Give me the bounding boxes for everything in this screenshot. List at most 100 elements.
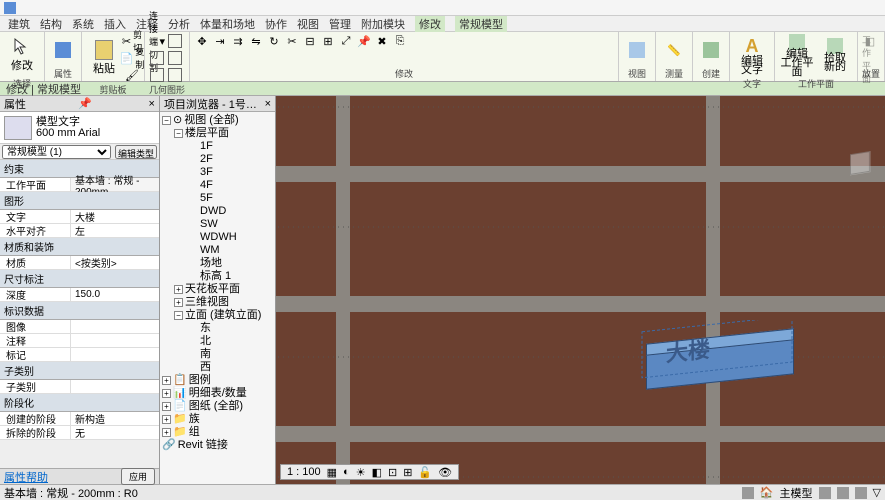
delete-icon[interactable]: ✖ (374, 33, 390, 49)
sb-icon-3[interactable] (837, 487, 849, 499)
join-cut-button[interactable]: 连接端切割 ▾ (149, 33, 165, 49)
geom-btn6[interactable] (167, 67, 183, 83)
tree-floor-item[interactable]: 标高 1 (186, 270, 273, 283)
scale-icon[interactable]: ⤢ (338, 33, 354, 49)
tree-3d[interactable]: +三维视图 (174, 296, 273, 309)
tree-schedules[interactable]: +📊 明细表/数量 (162, 387, 273, 400)
prop-group-dimensions[interactable]: 尺寸标注 (0, 270, 159, 288)
halign-val[interactable]: 左 (70, 224, 159, 237)
prop-group-graphics[interactable]: 图形 (0, 192, 159, 210)
close-icon[interactable]: × (149, 98, 155, 110)
tab-system[interactable]: 系统 (72, 16, 94, 32)
material-val[interactable]: <按类别> (70, 256, 159, 269)
tab-manage[interactable]: 管理 (329, 16, 351, 32)
lock-icon[interactable]: 🔓 (416, 466, 434, 479)
rotate-icon[interactable]: ↻ (266, 33, 282, 49)
pin-icon[interactable]: 📌 (78, 97, 92, 110)
edit-workplane-button[interactable]: 编辑 工作平面 (779, 33, 815, 77)
crop-icon[interactable]: ⊡ (386, 466, 399, 479)
workplane-val[interactable]: 基本墙 : 常规 - 200mm (70, 178, 159, 191)
prop-group-phasing[interactable]: 阶段化 (0, 394, 159, 412)
phase-created-val[interactable]: 新构造 (70, 412, 159, 425)
tree-floorplans[interactable]: −楼层平面 (174, 127, 273, 140)
move-icon[interactable]: ✥ (194, 33, 210, 49)
tree-families[interactable]: +📁 族 (162, 413, 273, 426)
filter-icon[interactable]: ▽ (873, 486, 881, 499)
tab-generic-model[interactable]: 常规模型 (455, 16, 507, 32)
sb-icon-4[interactable] (855, 487, 867, 499)
create-button[interactable] (697, 36, 725, 64)
prop-group-materials[interactable]: 材质和装饰 (0, 238, 159, 256)
copy2-icon[interactable]: ⎘ (392, 33, 408, 49)
tree-floor-item[interactable]: 3F (186, 166, 273, 179)
prop-group-identity[interactable]: 标识数据 (0, 302, 159, 320)
split-icon[interactable]: ⊟ (302, 33, 318, 49)
offset-icon[interactable]: ⇉ (230, 33, 246, 49)
subcat-val[interactable] (70, 380, 159, 393)
view-cube[interactable] (843, 146, 877, 180)
sb-icon-1[interactable] (742, 487, 754, 499)
tab-addons[interactable]: 附加模块 (361, 16, 405, 32)
match-button[interactable]: 🖌 (124, 67, 140, 83)
detail-level-icon[interactable]: ▦ (325, 466, 339, 479)
geom-btn4[interactable] (167, 33, 183, 49)
tree-views[interactable]: −⊙ 视图 (全部) (162, 114, 273, 127)
tree-elev-item[interactable]: 北 (186, 335, 273, 348)
tab-arch[interactable]: 建筑 (8, 16, 30, 32)
paste-button[interactable]: 粘贴 (86, 36, 122, 80)
tree-floor-item[interactable]: 场地 (186, 257, 273, 270)
edit-type-button[interactable]: 编辑类型 (115, 145, 157, 159)
tree-ceiling[interactable]: +天花板平面 (174, 283, 273, 296)
phase-demo-val[interactable]: 无 (70, 426, 159, 439)
geom-btn2[interactable] (149, 50, 165, 66)
tree-links[interactable]: 🔗 Revit 链接 (162, 439, 273, 452)
status-model-icon[interactable]: 🏠 (760, 486, 774, 499)
comment-val[interactable] (70, 334, 159, 347)
modify-button[interactable]: 修改 (4, 33, 40, 77)
geom-btn3[interactable] (149, 67, 165, 83)
pick-new-button[interactable]: 拾取 新的 (817, 33, 853, 77)
prop-group-subcat[interactable]: 子类别 (0, 362, 159, 380)
pin-icon[interactable]: 📌 (356, 33, 372, 49)
tree-floor-item[interactable]: 5F (186, 192, 273, 205)
3d-viewport[interactable]: 大楼 1 : 100 ▦ ◐ ☀ ◧ ⊡ ⊞ 🔓 👁 (276, 96, 885, 484)
tab-analyze[interactable]: 分析 (168, 16, 190, 32)
sb-icon-2[interactable] (819, 487, 831, 499)
geom-btn5[interactable] (167, 50, 183, 66)
tree-elevations[interactable]: −立面 (建筑立面) (174, 309, 273, 322)
tab-view[interactable]: 视图 (297, 16, 319, 32)
browser-close-icon[interactable]: × (265, 98, 271, 110)
mirror-icon[interactable]: ⇋ (248, 33, 264, 49)
type-selector[interactable]: 模型文字 600 mm Arial (0, 112, 159, 144)
tree-floor-item[interactable]: WDWH (186, 231, 273, 244)
tab-modify[interactable]: 修改 (415, 16, 445, 32)
sun-path-icon[interactable]: ☀ (354, 466, 368, 479)
scale-control[interactable]: 1 : 100 (285, 466, 323, 478)
align-icon[interactable]: ⇥ (212, 33, 228, 49)
tree-floor-item[interactable]: WM (186, 244, 273, 257)
depth-val[interactable]: 150.0 (70, 288, 159, 301)
tree-floor-item[interactable]: 1F (186, 140, 273, 153)
measure-button[interactable]: 📏 (660, 36, 688, 64)
apply-button[interactable]: 应用 (121, 468, 155, 485)
view-button[interactable] (623, 36, 651, 64)
properties-button[interactable] (49, 36, 77, 64)
tab-struct[interactable]: 结构 (40, 16, 62, 32)
image-val[interactable] (70, 320, 159, 333)
tab-massing[interactable]: 体量和场地 (200, 16, 255, 32)
tree-groups[interactable]: +📁 组 (162, 426, 273, 439)
tree-elev-item[interactable]: 南 (186, 348, 273, 361)
copy-button[interactable]: 📄 复制 (124, 50, 140, 66)
crop-visible-icon[interactable]: ⊞ (401, 466, 414, 479)
tree-floor-item[interactable]: SW (186, 218, 273, 231)
tree-elev-item[interactable]: 西 (186, 361, 273, 374)
tab-insert[interactable]: 插入 (104, 16, 126, 32)
hide-icon[interactable]: 👁 (436, 466, 454, 479)
tree-sheets[interactable]: +📄 图纸 (全部) (162, 400, 273, 413)
tree-floor-item[interactable]: DWD (186, 205, 273, 218)
tree-elev-item[interactable]: 东 (186, 322, 273, 335)
instance-filter[interactable]: 常规模型 (1) (2, 145, 111, 159)
selected-model-text[interactable]: 大楼 (646, 326, 798, 386)
text-val[interactable]: 大楼 (70, 210, 159, 223)
edit-text-button[interactable]: A 编辑 文字 (734, 33, 770, 77)
